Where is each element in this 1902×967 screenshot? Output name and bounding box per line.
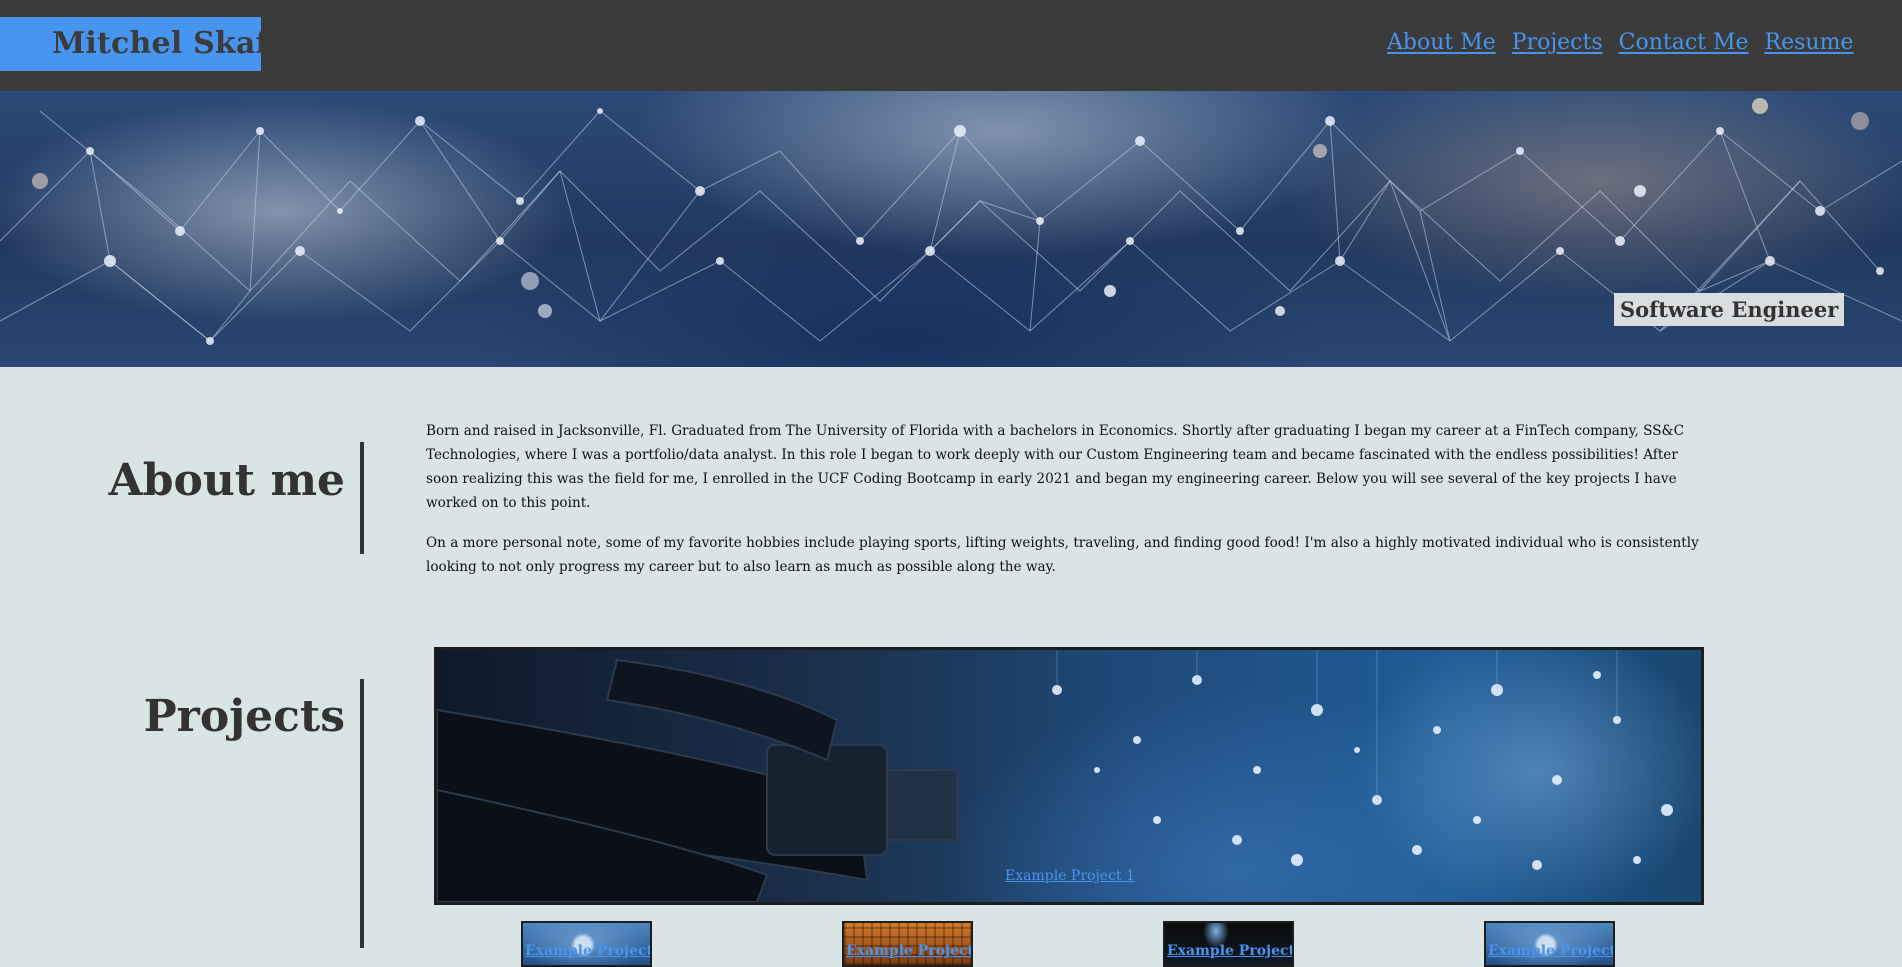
project-thumbnail-link[interactable]: Example Project 4 (1488, 943, 1613, 959)
project-thumbnail[interactable]: Example Project 4 (1484, 921, 1615, 967)
project-thumbnail[interactable]: Example Project 4 (1163, 921, 1294, 967)
site-brand[interactable]: Mitchel Skaff (0, 17, 282, 71)
main-nav: About Me Projects Contact Me Resume (1387, 30, 1853, 55)
project-thumbnail-link[interactable]: Example Project 3 (846, 943, 971, 959)
hero-tagline: Software Engineer (1614, 293, 1845, 326)
project-thumbnail[interactable]: Example Project 3 (842, 921, 973, 967)
about-paragraph: On a more personal note, some of my favo… (426, 535, 1699, 575)
featured-project-image (437, 650, 1673, 902)
project-thumbnail-link[interactable]: Example Project 4 (1167, 943, 1292, 959)
project-thumbnail[interactable]: Example Project 2 (521, 921, 652, 967)
hero-banner: Software Engineer (0, 91, 1902, 367)
nav-link-projects[interactable]: Projects (1512, 30, 1603, 55)
nav-link-resume[interactable]: Resume (1765, 30, 1854, 55)
projects-heading: Projects (143, 691, 345, 742)
featured-project-link[interactable]: Example Project 1 (1005, 868, 1135, 884)
site-header: Mitchel Skaff About Me Projects Contact … (0, 0, 1902, 91)
about-paragraph: Born and raised in Jacksonville, Fl. Gra… (426, 423, 1685, 511)
nav-link-contact-me[interactable]: Contact Me (1619, 30, 1749, 55)
about-text: Born and raised in Jacksonville, Fl. Gra… (426, 419, 1708, 579)
about-heading: About me (108, 455, 345, 506)
featured-project-card[interactable]: Example Project 1 (434, 647, 1704, 905)
nav-link-about-me[interactable]: About Me (1387, 30, 1496, 55)
about-divider (360, 442, 364, 554)
projects-divider (360, 679, 364, 948)
project-thumbnail-link[interactable]: Example Project 2 (525, 943, 650, 959)
